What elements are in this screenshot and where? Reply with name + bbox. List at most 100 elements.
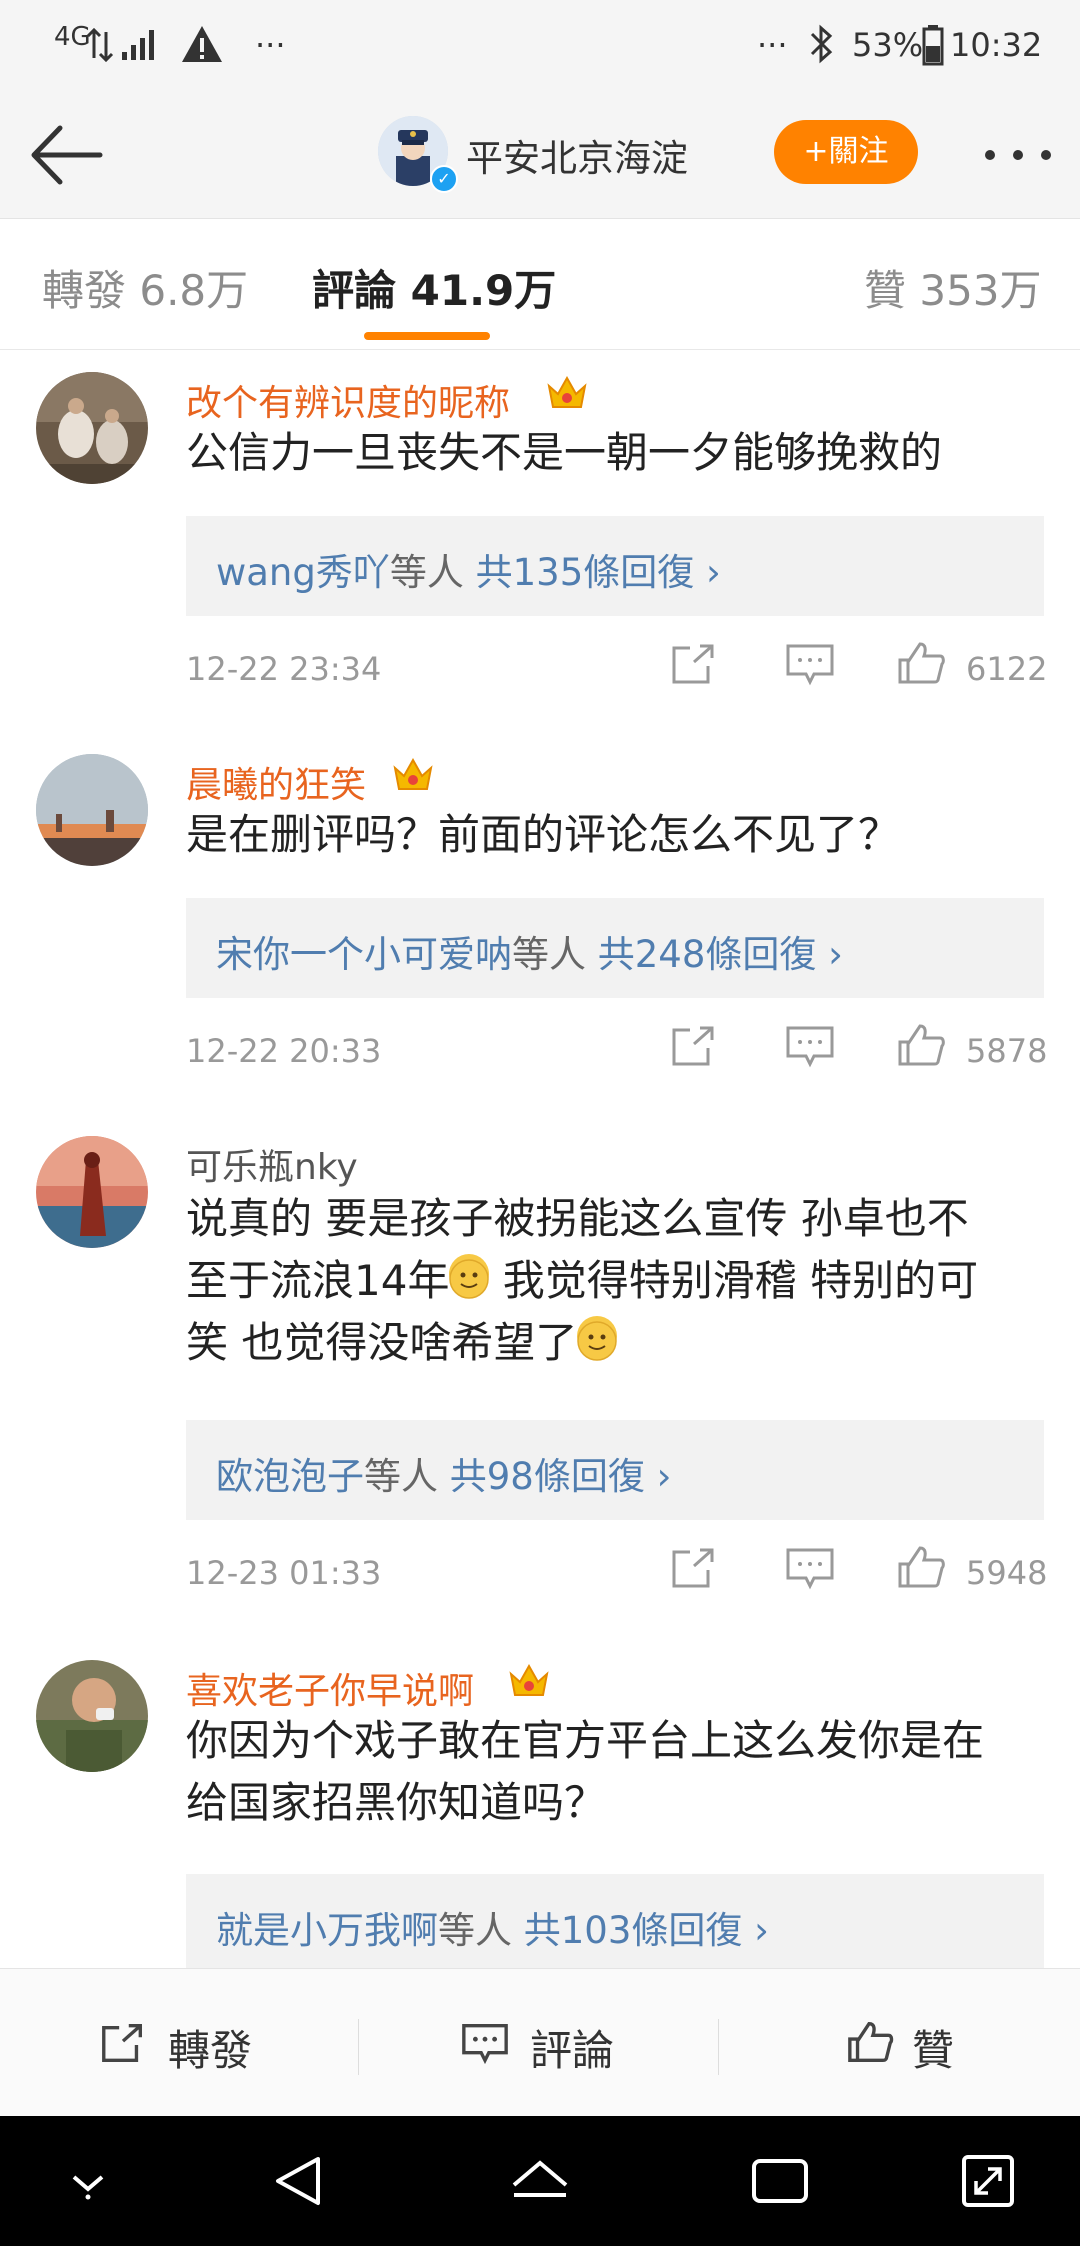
comment-text: 公信力一旦丧失不是一朝一夕能够挽救的	[186, 428, 943, 477]
comment-text-line: 你因为个戏子敢在官方平台上这么发你是在	[186, 1716, 985, 1765]
commenter-avatar[interactable]	[36, 754, 148, 866]
replies-preview[interactable]: 就是小万我啊等人 共103條回復 ›	[186, 1874, 1044, 1968]
comment-text-part: 至于流浪14年	[186, 1256, 450, 1305]
battery-percent: 53%	[852, 26, 924, 64]
comment-text-line: 说真的 要是孩子被拐能这么宣传 孙卓也不	[186, 1194, 969, 1243]
like-icon	[848, 2022, 894, 2062]
like-icon[interactable]	[896, 640, 948, 686]
reply-user[interactable]: 欧泡泡子	[216, 1455, 364, 1498]
signal-icon	[122, 30, 154, 60]
reply-count[interactable]: 共103條回復	[524, 1909, 743, 1952]
tab-comments[interactable]: 評論 41.9万	[312, 257, 556, 318]
comment-text-part: 我觉得特别滑稽 特别的可	[489, 1256, 979, 1305]
more-status: ···	[757, 26, 788, 64]
comment-text-line: 给国家招黑你知道吗？	[186, 1778, 607, 1827]
comment-text-line: 笑 也觉得没啥希望了	[186, 1312, 1056, 1374]
like-icon[interactable]	[896, 1022, 948, 1068]
like-count: 5948	[966, 1554, 1048, 1592]
reply-user[interactable]: 宋你一个小可爱呐	[216, 933, 512, 976]
comment-action-button[interactable]: 評論	[460, 2013, 640, 2077]
divider	[718, 2019, 719, 2075]
tab-reposts[interactable]: 轉發 6.8万	[42, 257, 248, 318]
comment-icon[interactable]	[784, 642, 836, 688]
commenter-name[interactable]: 喜欢老子你早说啊	[186, 1662, 474, 1714]
like-count: 5878	[966, 1032, 1048, 1070]
repost-icon[interactable]	[668, 1546, 720, 1592]
replies-summary: 欧泡泡子等人 共98條回復 ›	[216, 1455, 672, 1498]
post-tabs: 轉發 6.8万 評論 41.9万 贊 353万	[0, 219, 1080, 350]
comment-time: 12-22 20:33	[186, 1032, 382, 1070]
like-action-button[interactable]: 贊	[846, 2013, 986, 2077]
comment-text: 说真的 要是孩子被拐能这么宣传 孙卓也不 至于流浪14年 我觉得特别滑稽 特别的…	[186, 1188, 1056, 1374]
reply-others: 等人	[364, 1455, 438, 1498]
repost-icon[interactable]	[668, 1024, 720, 1070]
replies-summary: wang秀吖等人 共135條回復 ›	[216, 551, 721, 594]
smile-emoji-icon	[449, 1254, 490, 1299]
commenter-name[interactable]: 可乐瓶nky	[186, 1138, 358, 1190]
account-name[interactable]: 平安北京海淀	[466, 128, 688, 182]
like-icon[interactable]	[896, 1544, 948, 1590]
commenter-name[interactable]: 改个有辨识度的昵称	[186, 374, 510, 426]
comment-item: 改个有辨识度的昵称 公信力一旦丧失不是一朝一夕能够挽救的 wang秀吖等人 共1…	[0, 350, 1080, 717]
more-options-icon[interactable]	[978, 125, 1058, 185]
bluetooth-icon	[810, 24, 833, 64]
reply-user[interactable]: 就是小万我啊	[216, 1909, 438, 1952]
comment-text: 是在删评吗？前面的评论怎么不见了？	[186, 810, 901, 859]
comment-icon[interactable]	[784, 1546, 836, 1592]
replies-summary: 就是小万我啊等人 共103條回復 ›	[216, 1909, 769, 1952]
repost-icon	[102, 2024, 142, 2063]
clock: 10:32	[950, 26, 1043, 64]
top-header: ✓ 平安北京海淀 +關注	[0, 90, 1080, 219]
comment-text-part: 笑 也觉得没啥希望了	[186, 1318, 578, 1367]
hide-keyboard-icon[interactable]	[48, 2141, 128, 2221]
comment-icon	[462, 2024, 508, 2065]
recent-apps-icon[interactable]	[740, 2141, 820, 2221]
replies-preview[interactable]: wang秀吖等人 共135條回復 ›	[186, 516, 1044, 616]
comment-text-line: 至于流浪14年 我觉得特别滑稽 特别的可	[186, 1250, 1056, 1312]
reply-count[interactable]: 共98條回復	[450, 1455, 645, 1498]
repost-action-button[interactable]: 轉發	[98, 2013, 278, 2077]
replies-summary: 宋你一个小可爱呐等人 共248條回復 ›	[216, 933, 843, 976]
commenter-avatar[interactable]	[36, 1660, 148, 1772]
vip-crown-icon	[547, 375, 587, 408]
avatar-image	[36, 1660, 148, 1772]
smile-emoji-icon	[577, 1316, 618, 1361]
avatar-image	[36, 754, 148, 866]
vip-crown-icon	[509, 1663, 549, 1696]
verified-badge-icon: ✓	[430, 165, 458, 193]
battery-icon	[922, 25, 944, 66]
tab-likes[interactable]: 贊 353万	[864, 257, 1042, 318]
comment-time: 12-23 01:33	[186, 1554, 382, 1592]
commenter-avatar[interactable]	[36, 1136, 148, 1248]
reply-count[interactable]: 共248條回復	[598, 933, 817, 976]
back-arrow-icon[interactable]	[28, 120, 108, 190]
comment-item: 喜欢老子你早说啊 你因为个戏子敢在官方平台上这么发你是在 给国家招黑你知道吗？ …	[0, 1626, 1080, 1968]
repost-icon[interactable]	[668, 642, 720, 688]
expand-screen-icon[interactable]	[948, 2141, 1028, 2221]
replies-preview[interactable]: 宋你一个小可爱呐等人 共248條回復 ›	[186, 898, 1044, 998]
repost-action-label: 轉發	[168, 2026, 253, 2075]
smile-face-icon	[577, 1321, 618, 1361]
like-count: 6122	[966, 650, 1048, 688]
reply-others: 等人	[512, 933, 586, 976]
comment-item: 晨曦的狂笑 是在删评吗？前面的评论怎么不见了？ 宋你一个小可爱呐等人 共248條…	[0, 716, 1080, 1099]
comment-icon[interactable]	[784, 1024, 836, 1070]
reply-others: 等人	[389, 551, 464, 594]
home-nav-icon[interactable]	[500, 2141, 580, 2221]
reply-others: 等人	[438, 1909, 512, 1952]
reply-count[interactable]: 共135條回復	[476, 551, 695, 594]
replies-preview[interactable]: 欧泡泡子等人 共98條回復 ›	[186, 1420, 1044, 1520]
comment-action-label: 評論	[530, 2026, 615, 2075]
follow-button[interactable]: +關注	[774, 120, 918, 184]
warning-icon	[182, 26, 222, 62]
reply-user[interactable]: wang秀吖	[216, 551, 390, 594]
commenter-avatar[interactable]	[36, 372, 148, 484]
bottom-action-bar: 轉發 評論 贊	[0, 1968, 1080, 2117]
data-arrows-icon	[86, 28, 114, 62]
back-nav-icon[interactable]	[260, 2141, 340, 2221]
commenter-name[interactable]: 晨曦的狂笑	[186, 756, 366, 808]
active-tab-indicator	[364, 332, 490, 340]
system-nav-bar	[0, 2116, 1080, 2246]
like-action-label: 贊	[912, 2026, 955, 2075]
status-bar: 4G ··· ··· 53% 10:32	[0, 0, 1080, 90]
